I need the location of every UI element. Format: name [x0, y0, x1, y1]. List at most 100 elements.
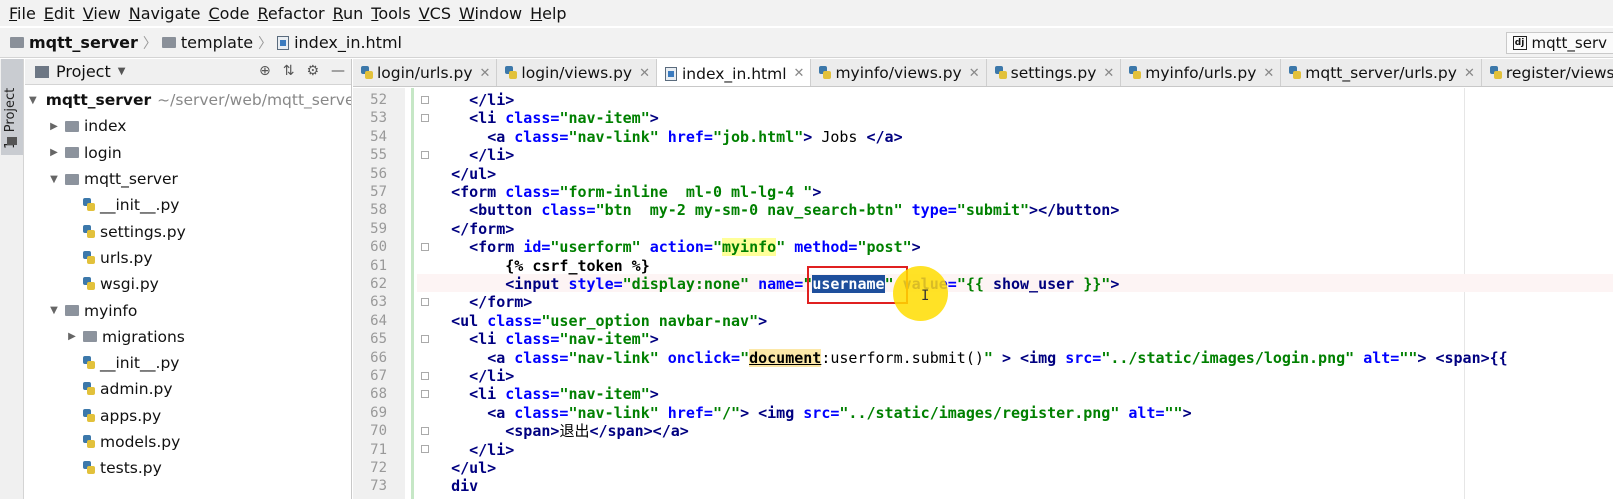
expanded-arrow-icon[interactable]: ▼	[29, 95, 37, 106]
menu-run[interactable]: Run	[329, 4, 368, 23]
dropdown-caret-icon[interactable]: ▼	[118, 66, 126, 77]
project-tree: ▼ mqtt_server ~/server/web/mqtt_server ▶…	[25, 85, 351, 481]
python-file-icon	[1289, 66, 1302, 80]
line-number: 53	[370, 110, 387, 127]
tree-node-file[interactable]: __init__.py	[25, 350, 351, 376]
close-icon[interactable]: ✕	[1103, 66, 1114, 81]
line-number: 55	[370, 147, 387, 164]
tree-node-file[interactable]: apps.py	[25, 403, 351, 429]
breadcrumb-folder[interactable]: template	[161, 33, 253, 52]
tree-node-folder[interactable]: ▶ login	[25, 140, 351, 166]
tree-node-root[interactable]: ▼ mqtt_server ~/server/web/mqtt_server	[25, 87, 351, 113]
django-icon: dj	[1512, 36, 1527, 50]
menu-vcs[interactable]: VCS	[415, 4, 455, 23]
vcs-change-marker	[411, 88, 414, 499]
close-icon[interactable]: ✕	[969, 66, 980, 81]
close-icon[interactable]: ✕	[480, 66, 491, 81]
line-number: 68	[370, 386, 387, 403]
line-number: 54	[370, 128, 387, 145]
collapsed-arrow-icon[interactable]: ▶	[47, 147, 61, 158]
expanded-arrow-icon[interactable]: ▼	[47, 174, 61, 185]
python-file-icon	[83, 408, 95, 423]
locate-target-icon[interactable]: ⊕	[259, 63, 271, 79]
menu-view[interactable]: View	[79, 4, 125, 23]
tree-node-file[interactable]: __init__.py	[25, 192, 351, 218]
close-icon[interactable]: ✕	[1263, 66, 1274, 81]
tree-node-file[interactable]: models.py	[25, 429, 351, 455]
menu-navigate[interactable]: Navigate	[125, 4, 205, 23]
python-file-icon	[83, 224, 95, 239]
collapsed-arrow-icon[interactable]: ▶	[47, 121, 61, 132]
fold-marker-icon[interactable]	[421, 151, 429, 159]
fold-marker-icon[interactable]	[421, 372, 429, 380]
project-view-selector[interactable]: Project	[56, 62, 111, 81]
tree-node-file[interactable]: admin.py	[25, 376, 351, 402]
fold-marker-icon[interactable]	[421, 96, 429, 104]
line-number: 69	[370, 404, 387, 421]
project-icon	[35, 65, 49, 78]
fold-marker-icon[interactable]	[421, 114, 429, 122]
tree-node-file[interactable]: urls.py	[25, 245, 351, 271]
tab-index-in-html[interactable]: index_in.html ✕	[657, 59, 812, 86]
line-number: 73	[370, 478, 387, 495]
html-file-icon	[665, 66, 677, 81]
navigation-bar: mqtt_server 〉 template 〉 index_in.html d…	[0, 28, 1613, 58]
tree-node-file[interactable]: wsgi.py	[25, 271, 351, 297]
fold-marker-icon[interactable]	[421, 445, 429, 453]
collapse-all-icon[interactable]: ⇅	[283, 63, 295, 79]
gear-icon[interactable]: ⚙	[306, 63, 319, 79]
fold-marker-icon[interactable]	[421, 390, 429, 398]
editor-tabs: login/urls.py ✕ login/views.py ✕ index_i…	[353, 59, 1613, 87]
fold-marker-icon[interactable]	[421, 298, 429, 306]
tab-login-urls[interactable]: login/urls.py ✕	[353, 59, 498, 86]
right-margin-guide	[1464, 88, 1465, 499]
code-editor[interactable]: 52 53 54 55 56 57 58 59 60 61 62 63 64 6…	[353, 88, 1613, 499]
tree-node-file[interactable]: settings.py	[25, 218, 351, 244]
breadcrumb-file[interactable]: index_in.html	[277, 33, 402, 52]
line-number: 65	[370, 331, 387, 348]
close-icon[interactable]: ✕	[639, 66, 650, 81]
menu-refactor[interactable]: Refactor	[253, 4, 328, 23]
tab-myinfo-urls[interactable]: myinfo/urls.py ✕	[1121, 59, 1282, 86]
folder-icon	[65, 120, 79, 132]
fold-marker-icon[interactable]	[421, 335, 429, 343]
menu-tools[interactable]: Tools	[367, 4, 414, 23]
menu-help[interactable]: Help	[526, 4, 570, 23]
menu-window[interactable]: Window	[455, 4, 526, 23]
tree-node-file[interactable]: tests.py	[25, 455, 351, 481]
python-file-icon	[994, 66, 1007, 80]
hide-panel-icon[interactable]: —	[331, 63, 345, 79]
code-line: </li>	[469, 146, 515, 165]
folder-icon	[83, 331, 97, 343]
folder-icon	[10, 37, 24, 48]
tab-register-views[interactable]: register/views.py ✕	[1481, 59, 1613, 86]
tab-mqtt-server-urls[interactable]: mqtt_server/urls.py ✕	[1281, 59, 1482, 86]
expanded-arrow-icon[interactable]: ▼	[47, 305, 61, 316]
line-number: 57	[370, 184, 387, 200]
code-line: </li>	[469, 91, 515, 109]
run-configuration-selector[interactable]: dj mqtt_serv	[1505, 32, 1613, 54]
menu-code[interactable]: Code	[205, 4, 254, 23]
tree-node-folder[interactable]: ▶ migrations	[25, 324, 351, 350]
project-tool-window-tab[interactable]: 1: Project	[1, 59, 23, 155]
collapsed-arrow-icon[interactable]: ▶	[65, 331, 79, 342]
tab-settings[interactable]: settings.py ✕	[986, 59, 1122, 86]
code-line: <span>退出</span></a>	[505, 422, 689, 441]
folder-icon	[65, 147, 79, 159]
close-icon[interactable]: ✕	[1464, 66, 1475, 81]
code-line: div	[451, 477, 479, 496]
menu-file[interactable]: File	[5, 4, 40, 23]
fold-marker-icon[interactable]	[421, 427, 429, 435]
tree-node-folder[interactable]: ▶ index	[25, 113, 351, 139]
code-line: <a class="nav-link" onclick="document:us…	[487, 348, 1508, 367]
breadcrumb-project[interactable]: mqtt_server	[10, 33, 138, 52]
tree-node-folder[interactable]: ▼ mqtt_server	[25, 166, 351, 192]
close-icon[interactable]: ✕	[794, 66, 805, 81]
menu-edit[interactable]: Edit	[40, 4, 79, 23]
python-file-icon	[83, 435, 95, 449]
tab-myinfo-views[interactable]: myinfo/views.py ✕	[811, 59, 987, 86]
line-number: 72	[370, 460, 387, 476]
tree-node-folder[interactable]: ▼ myinfo	[25, 297, 351, 323]
tab-login-views[interactable]: login/views.py ✕	[497, 59, 657, 86]
fold-marker-icon[interactable]	[421, 243, 429, 251]
